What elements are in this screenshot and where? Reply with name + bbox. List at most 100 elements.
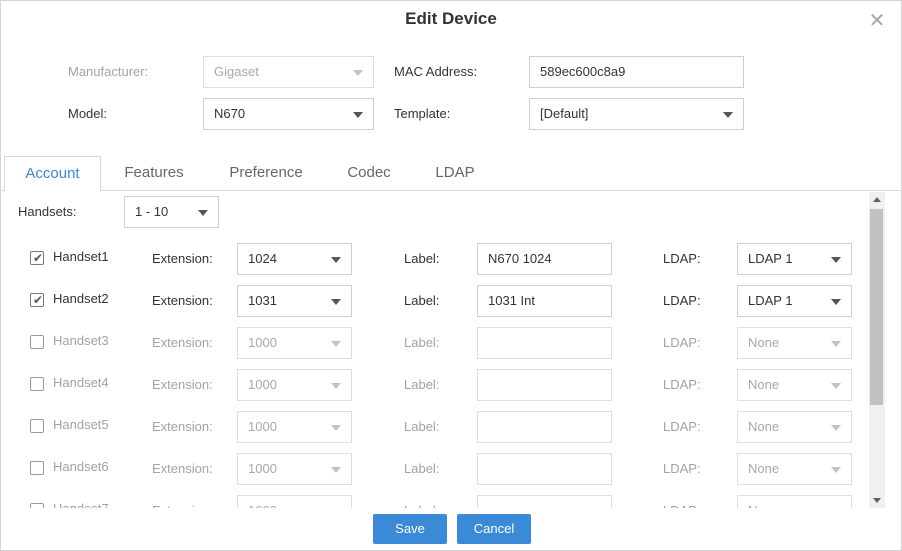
account-panel: Handsets: 1 - 10 ✔ Handset1 Extension: 1024… — [1, 192, 869, 508]
scroll-down-icon[interactable] — [873, 498, 881, 503]
ldap-select[interactable]: None — [737, 495, 852, 508]
extension-select[interactable]: 1031 — [237, 285, 352, 317]
ldap-select[interactable]: None — [737, 411, 852, 443]
extension-select[interactable]: 1000 — [237, 453, 352, 485]
label-input[interactable]: N670 1024 — [477, 243, 612, 275]
scroll-up-icon[interactable] — [873, 197, 881, 202]
label-label: Label: — [404, 495, 439, 508]
handsets-select[interactable]: 1 - 10 — [124, 196, 219, 228]
handset-checkbox[interactable] — [30, 503, 44, 508]
chevron-down-icon — [831, 383, 841, 389]
ldap-select[interactable]: LDAP 1 — [737, 285, 852, 317]
dialog-title: Edit Device — [405, 9, 497, 28]
model-select[interactable]: N670 — [203, 98, 374, 130]
label-input[interactable] — [477, 327, 612, 359]
extension-select[interactable]: 1000 — [237, 327, 352, 359]
scrollbar-thumb[interactable] — [870, 209, 883, 405]
handset-name: Handset7 — [53, 493, 109, 508]
handset-checkbox[interactable] — [30, 335, 44, 349]
model-label: Model: — [68, 106, 108, 121]
ldap-value: LDAP 1 — [748, 251, 793, 266]
extension-value: 1000 — [248, 377, 277, 392]
chevron-down-icon — [198, 210, 208, 216]
extension-value: 1024 — [248, 251, 277, 266]
chevron-down-icon — [331, 299, 341, 305]
handset-checkbox[interactable] — [30, 377, 44, 391]
extension-label: Extension: — [152, 495, 213, 508]
extension-select[interactable]: 1000 — [237, 411, 352, 443]
template-label: Template: — [394, 106, 451, 121]
chevron-down-icon — [723, 112, 733, 118]
label-input[interactable] — [477, 411, 612, 443]
manufacturer-value: Gigaset — [214, 64, 259, 79]
handset-checkbox[interactable]: ✔ — [30, 251, 44, 265]
chevron-down-icon — [353, 112, 363, 118]
mac-address-input[interactable]: 589ec600c8a9 — [529, 56, 744, 88]
template-select[interactable]: [Default] — [529, 98, 744, 130]
extension-value: 1000 — [248, 503, 277, 508]
extension-label: Extension: — [152, 251, 213, 266]
mac-address-label: MAC Address: — [394, 64, 478, 79]
extension-value: 1000 — [248, 461, 277, 476]
ldap-select[interactable]: None — [737, 369, 852, 401]
label-input[interactable] — [477, 453, 612, 485]
chevron-down-icon — [353, 70, 363, 76]
chevron-down-icon — [331, 467, 341, 473]
tab-account[interactable]: Account — [4, 156, 101, 192]
label-label: Label: — [404, 377, 440, 392]
ldap-value: LDAP 1 — [748, 293, 793, 308]
ldap-label: LDAP: — [663, 495, 701, 508]
scrollbar[interactable] — [869, 192, 885, 508]
handset-checkbox[interactable] — [30, 461, 44, 475]
handset-name: Handset1 — [53, 249, 109, 264]
label-input[interactable] — [477, 495, 612, 508]
label-input[interactable]: 1031 Int — [477, 285, 612, 317]
save-button[interactable]: Save — [373, 514, 447, 544]
ldap-select[interactable]: None — [737, 327, 852, 359]
close-icon[interactable]: ✕ — [867, 11, 887, 31]
checkmark-icon: ✔ — [33, 251, 44, 265]
ldap-label: LDAP: — [663, 377, 701, 392]
ldap-value: None — [748, 419, 780, 434]
handset-name: Handset2 — [53, 291, 109, 306]
label-input[interactable] — [477, 369, 612, 401]
chevron-down-icon — [831, 341, 841, 347]
tab-ldap[interactable]: LDAP — [423, 156, 487, 191]
model-value: N670 — [214, 106, 246, 121]
chevron-down-icon — [331, 257, 341, 263]
edit-device-dialog: Edit Device ✕ Manufacturer: Gigaset MAC … — [0, 0, 902, 551]
extension-label: Extension: — [152, 461, 213, 476]
template-value: [Default] — [540, 106, 589, 121]
extension-select[interactable]: 1000 — [237, 495, 352, 508]
tab-features[interactable]: Features — [109, 156, 199, 191]
extension-label: Extension: — [152, 335, 213, 350]
ldap-select[interactable]: LDAP 1 — [737, 243, 852, 275]
extension-value: 1000 — [248, 419, 277, 434]
handset-name: Handset5 — [53, 417, 109, 432]
label-value: N670 1024 — [488, 251, 552, 266]
extension-value: 1000 — [248, 335, 277, 350]
ldap-label: LDAP: — [663, 419, 701, 434]
handsets-label: Handsets: — [18, 204, 77, 219]
extension-select[interactable]: 1000 — [237, 369, 352, 401]
cancel-button[interactable]: Cancel — [457, 514, 531, 544]
extension-value: 1031 — [248, 293, 277, 308]
handset-checkbox[interactable] — [30, 419, 44, 433]
ldap-select[interactable]: None — [737, 453, 852, 485]
handsets-value: 1 - 10 — [135, 204, 169, 219]
label-label: Label: — [404, 251, 440, 266]
label-value: 1031 Int — [488, 293, 535, 308]
handset-checkbox[interactable]: ✔ — [30, 293, 44, 307]
ldap-label: LDAP: — [663, 293, 701, 308]
extension-label: Extension: — [152, 419, 213, 434]
manufacturer-select[interactable]: Gigaset — [203, 56, 374, 88]
manufacturer-label: Manufacturer: — [68, 64, 149, 79]
handset-name: Handset3 — [53, 333, 109, 348]
tab-preference[interactable]: Preference — [215, 156, 317, 191]
extension-select[interactable]: 1024 — [237, 243, 352, 275]
extension-label: Extension: — [152, 377, 213, 392]
ldap-label: LDAP: — [663, 335, 701, 350]
label-label: Label: — [404, 461, 440, 476]
tab-codec[interactable]: Codec — [335, 156, 403, 191]
handset-name: Handset4 — [53, 375, 109, 390]
